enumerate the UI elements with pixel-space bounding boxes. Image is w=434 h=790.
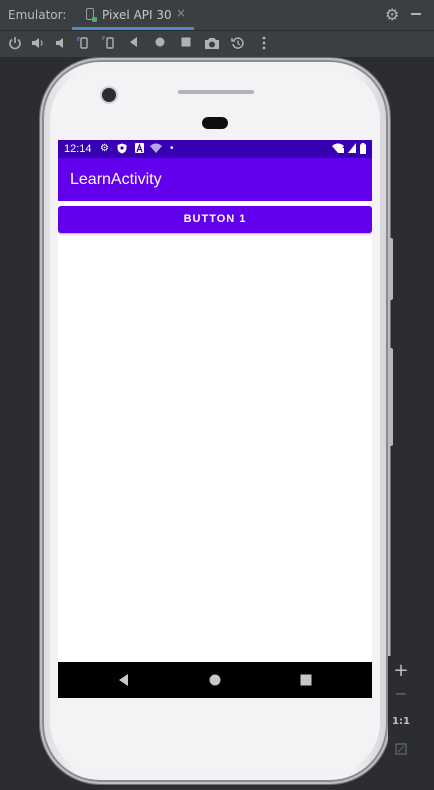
shield-icon	[117, 143, 127, 157]
overview-icon[interactable]	[177, 35, 195, 53]
snapshot-icon[interactable]	[229, 35, 247, 53]
navigation-bar	[58, 662, 372, 698]
home-icon[interactable]	[151, 35, 169, 53]
proximity-sensor	[202, 117, 228, 129]
nav-home-icon[interactable]	[206, 671, 224, 689]
nav-back-icon[interactable]	[115, 671, 133, 689]
signal-icon	[332, 143, 344, 156]
app-bar: LearnActivity	[58, 158, 372, 201]
volume-up-icon[interactable]	[29, 35, 47, 53]
more-icon[interactable]	[255, 35, 273, 53]
emulator-tab-bar: Emulator: Pixel API 30 × ⚙	[0, 0, 434, 31]
zoom-out-button[interactable]: −	[388, 684, 414, 703]
tab-pixel-api-30[interactable]: Pixel API 30 ×	[72, 0, 194, 30]
a-icon	[135, 143, 144, 156]
fit-screen-icon[interactable]	[388, 740, 414, 759]
dot-icon: •	[170, 143, 174, 154]
volume-down-icon[interactable]	[52, 35, 70, 53]
wifi-icon	[150, 143, 162, 156]
power-key[interactable]	[389, 348, 393, 446]
nav-overview-icon[interactable]	[297, 671, 315, 689]
actual-size-button[interactable]: 1:1	[388, 716, 414, 727]
battery-icon	[360, 143, 366, 157]
tool-window-title: Emulator:	[8, 8, 67, 22]
earpiece-speaker	[178, 90, 254, 94]
gear-icon: ⚙	[100, 143, 109, 154]
button-1[interactable]: BUTTON 1	[58, 206, 372, 233]
front-camera	[100, 86, 118, 104]
minimize-icon[interactable]	[411, 13, 421, 15]
volume-key[interactable]	[389, 238, 393, 300]
rotate-left-icon[interactable]	[75, 35, 93, 53]
zoom-in-button[interactable]: +	[388, 660, 414, 681]
rotate-right-icon[interactable]	[100, 35, 118, 53]
power-icon[interactable]	[6, 35, 24, 53]
active-tab-indicator	[72, 27, 194, 30]
device-screen[interactable]: 12:14 ⚙ • LearnActivity BUTTON 1	[58, 140, 372, 698]
screenshot-icon[interactable]	[203, 35, 221, 53]
app-title: LearnActivity	[70, 171, 162, 188]
status-bar: 12:14 ⚙ •	[58, 140, 372, 158]
close-icon[interactable]: ×	[176, 6, 186, 20]
signal-bars-icon	[348, 143, 356, 156]
tab-label: Pixel API 30	[102, 8, 172, 22]
emulator-toolbar	[0, 31, 434, 58]
back-icon[interactable]	[125, 35, 143, 53]
zoom-controls: + − 1:1	[388, 656, 414, 766]
device-icon	[86, 8, 97, 22]
settings-gear-icon[interactable]: ⚙	[385, 5, 399, 24]
status-time: 12:14	[64, 143, 92, 155]
